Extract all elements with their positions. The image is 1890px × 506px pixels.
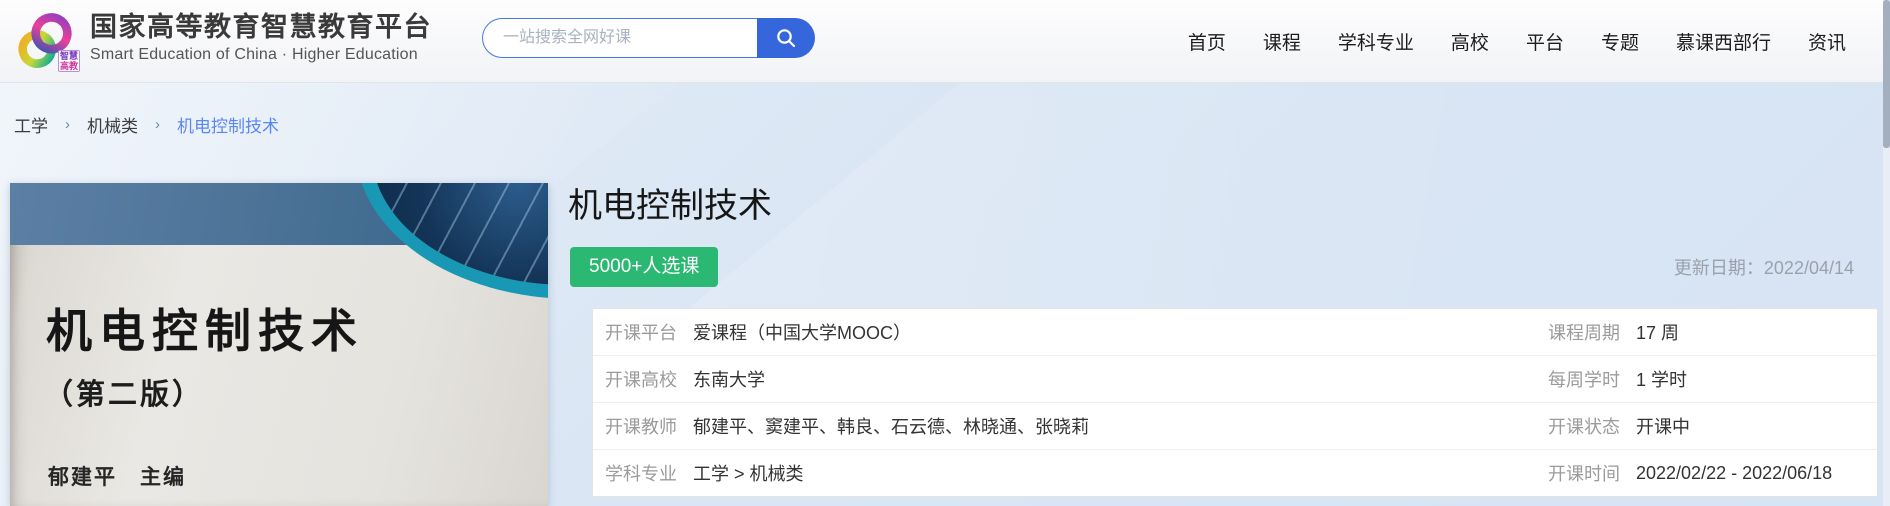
scrollbar-track[interactable] xyxy=(1883,0,1890,506)
update-date-value: 2022/04/14 xyxy=(1764,258,1854,278)
info-value: 17 周 xyxy=(1636,319,1679,345)
info-row-platform: 开课平台 爱课程（中国大学MOOC） 课程周期 17 周 xyxy=(593,309,1877,356)
brand-logo[interactable]: 智慧 高教 xyxy=(12,8,78,74)
info-cell: 每周学时 1 学时 xyxy=(1548,366,1865,392)
nav-item-platforms[interactable]: 平台 xyxy=(1526,28,1564,55)
search-input[interactable] xyxy=(482,18,757,58)
info-cell: 开课时间 2022/02/22 - 2022/06/18 xyxy=(1548,460,1865,486)
search-button[interactable] xyxy=(757,18,815,58)
breadcrumb-item-current: 机电控制技术 xyxy=(177,112,279,137)
nav-item-disciplines[interactable]: 学科专业 xyxy=(1338,28,1414,55)
search-icon xyxy=(775,27,797,49)
breadcrumb-item-engineering[interactable]: 工学 xyxy=(14,112,48,137)
info-label: 课程周期 xyxy=(1548,319,1636,345)
cover-book-author: 郁建平 主编 xyxy=(48,461,186,491)
info-label: 每周学时 xyxy=(1548,366,1636,392)
info-label: 开课状态 xyxy=(1548,413,1636,439)
update-date-label: 更新日期： xyxy=(1674,258,1764,278)
logo-text-badge: 智慧 高教 xyxy=(58,50,80,72)
nav-item-topics[interactable]: 专题 xyxy=(1601,28,1639,55)
info-row-university: 开课高校 东南大学 每周学时 1 学时 xyxy=(593,356,1877,403)
info-row-teachers: 开课教师 郁建平、窦建平、韩良、石云德、林晓通、张晓莉 开课状态 开课中 xyxy=(593,403,1877,450)
course-meta-row: 5000+人选课 更新日期：2022/04/14 xyxy=(570,246,1854,288)
brand-title: 国家高等教育智慧教育平台 xyxy=(90,11,432,43)
info-label: 学科专业 xyxy=(605,460,693,486)
nav-item-mooc-west[interactable]: 慕课西部行 xyxy=(1676,28,1771,55)
cover-book-edition: （第二版） xyxy=(44,371,204,413)
logo-text-line1: 智慧 xyxy=(60,51,78,61)
chevron-right-icon: › xyxy=(155,116,160,133)
nav-item-universities[interactable]: 高校 xyxy=(1451,28,1489,55)
enrollment-badge: 5000+人选课 xyxy=(570,247,718,287)
info-value: 郁建平、窦建平、韩良、石云德、林晓通、张晓莉 xyxy=(693,413,1089,439)
nav-item-home[interactable]: 首页 xyxy=(1188,28,1226,55)
scrollbar-thumb[interactable] xyxy=(1883,0,1890,148)
update-date: 更新日期：2022/04/14 xyxy=(1674,254,1854,280)
chevron-right-icon: › xyxy=(65,116,70,133)
breadcrumb-item-machinery[interactable]: 机械类 xyxy=(87,112,138,137)
info-cell: 开课教师 郁建平、窦建平、韩良、石云德、林晓通、张晓莉 xyxy=(605,413,1548,439)
info-cell: 课程周期 17 周 xyxy=(1548,319,1865,345)
breadcrumb: 工学 › 机械类 › 机电控制技术 xyxy=(14,112,279,137)
info-label: 开课教师 xyxy=(605,413,693,439)
brand-subtitle: Smart Education of China · Higher Educat… xyxy=(90,43,432,67)
page: 智慧 高教 国家高等教育智慧教育平台 Smart Education of Ch… xyxy=(0,0,1890,506)
info-value: 1 学时 xyxy=(1636,366,1687,392)
nav-item-news[interactable]: 资讯 xyxy=(1808,28,1846,55)
info-label: 开课平台 xyxy=(605,319,693,345)
logo-text-line2: 高教 xyxy=(60,61,78,71)
course-cover-image: 机电控制技术 （第二版） 郁建平 主编 xyxy=(10,183,548,506)
search-bar xyxy=(482,18,815,58)
main-nav: 首页 课程 学科专业 高校 平台 专题 慕课西部行 资讯 xyxy=(1188,0,1846,82)
info-cell: 开课高校 东南大学 xyxy=(605,366,1548,392)
info-cell: 开课平台 爱课程（中国大学MOOC） xyxy=(605,319,1548,345)
brand-text: 国家高等教育智慧教育平台 Smart Education of China · … xyxy=(90,11,432,67)
cover-book-title: 机电控制技术 xyxy=(46,295,364,361)
info-value: 东南大学 xyxy=(693,366,765,392)
info-label: 开课高校 xyxy=(605,366,693,392)
info-value: 开课中 xyxy=(1636,413,1690,439)
page-title: 机电控制技术 xyxy=(568,178,772,227)
info-cell: 学科专业 工学 > 机械类 xyxy=(605,460,1548,486)
info-value: 2022/02/22 - 2022/06/18 xyxy=(1636,463,1832,484)
header: 智慧 高教 国家高等教育智慧教育平台 Smart Education of Ch… xyxy=(0,0,1890,83)
info-label: 开课时间 xyxy=(1548,460,1636,486)
info-value: 爱课程（中国大学MOOC） xyxy=(693,319,911,345)
course-info-panel: 开课平台 爱课程（中国大学MOOC） 课程周期 17 周 开课高校 东南大学 每… xyxy=(592,308,1878,497)
info-value: 工学 > 机械类 xyxy=(693,460,804,486)
info-row-discipline: 学科专业 工学 > 机械类 开课时间 2022/02/22 - 2022/06/… xyxy=(593,450,1877,496)
info-cell: 开课状态 开课中 xyxy=(1548,413,1865,439)
nav-item-courses[interactable]: 课程 xyxy=(1263,28,1301,55)
